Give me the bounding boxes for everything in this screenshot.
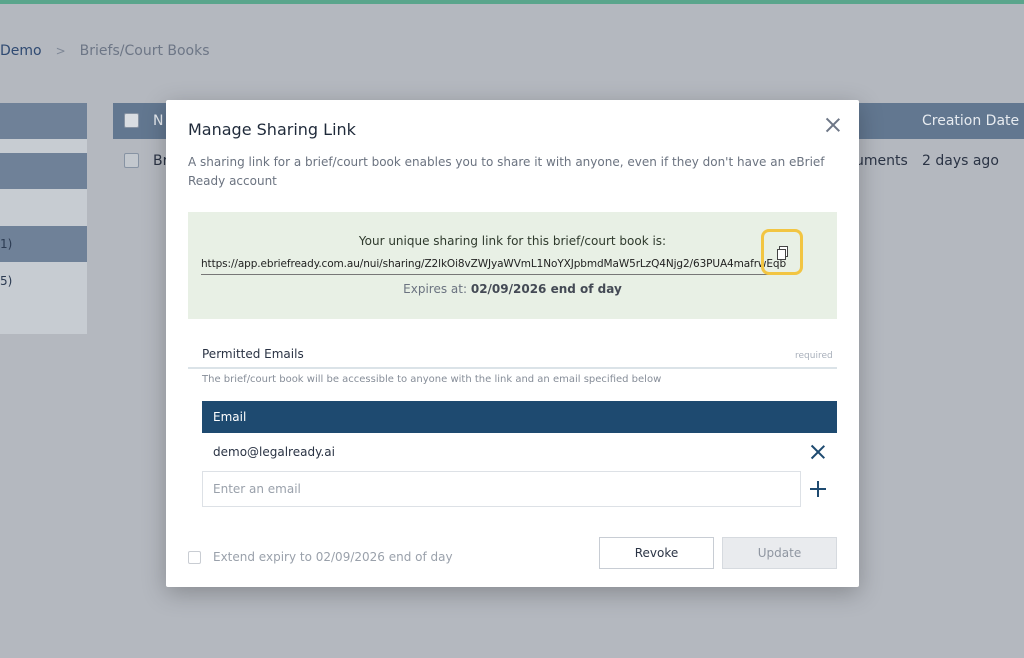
sidebar-header (0, 103, 87, 139)
top-accent-bar (0, 0, 1024, 4)
dialog-title: Manage Sharing Link (188, 120, 356, 139)
expiry-text: Expires at: 02/09/2026 end of day (188, 282, 837, 296)
copy-link-button[interactable] (761, 229, 803, 275)
copy-icon (777, 246, 788, 260)
manage-sharing-link-dialog: Manage Sharing Link A sharing link for a… (166, 100, 859, 587)
sharing-link-box: Your unique sharing link for this brief/… (188, 212, 837, 319)
plus-icon[interactable] (810, 481, 826, 497)
row-creation-date: 2 days ago (922, 153, 999, 169)
column-name[interactable]: N (153, 113, 163, 129)
column-creation-date[interactable]: Creation Date (922, 113, 1019, 129)
permitted-emails-hint: The brief/court book will be accessible … (202, 374, 662, 385)
extend-expiry-checkbox[interactable] (188, 551, 201, 564)
email-list-item: demo@legalready.ai (202, 433, 837, 471)
dialog-description: A sharing link for a brief/court book en… (188, 155, 825, 188)
extend-expiry-label: Extend expiry to 02/09/2026 end of day (213, 550, 453, 564)
required-label: required (795, 351, 833, 361)
select-all-checkbox[interactable] (124, 113, 139, 128)
sidebar-section (0, 153, 87, 189)
sidebar-item-1-count: 1) (0, 237, 13, 251)
email-column-header: Email (202, 401, 837, 433)
row-checkbox[interactable] (124, 153, 139, 168)
revoke-button[interactable]: Revoke (599, 537, 714, 569)
sharing-link-url[interactable]: https://app.ebriefready.com.au/nui/shari… (201, 258, 786, 275)
breadcrumb: Demo > Briefs/Court Books (0, 41, 210, 61)
sidebar-item-selected[interactable] (0, 226, 87, 262)
remove-email-icon[interactable] (811, 445, 825, 459)
expiry-value: 02/09/2026 end of day (470, 282, 622, 296)
breadcrumb-item-demo[interactable]: Demo (0, 43, 42, 59)
row-documents: uments (855, 153, 908, 169)
sidebar-item-2-count[interactable]: 5) (0, 274, 12, 288)
email-header-label: Email (213, 410, 247, 424)
permitted-emails-label: Permitted Emails (202, 347, 304, 361)
expiry-prefix: Expires at: (403, 282, 468, 296)
email-value: demo@legalready.ai (213, 445, 335, 459)
email-input[interactable] (202, 471, 801, 507)
permitted-emails-divider (188, 367, 837, 369)
update-button[interactable]: Update (722, 537, 837, 569)
close-icon[interactable] (826, 118, 840, 132)
sharing-link-heading: Your unique sharing link for this brief/… (358, 234, 667, 248)
breadcrumb-separator: > (55, 44, 66, 58)
breadcrumb-item-briefs[interactable]: Briefs/Court Books (80, 43, 210, 59)
sidebar: 1) 5) (0, 103, 87, 334)
